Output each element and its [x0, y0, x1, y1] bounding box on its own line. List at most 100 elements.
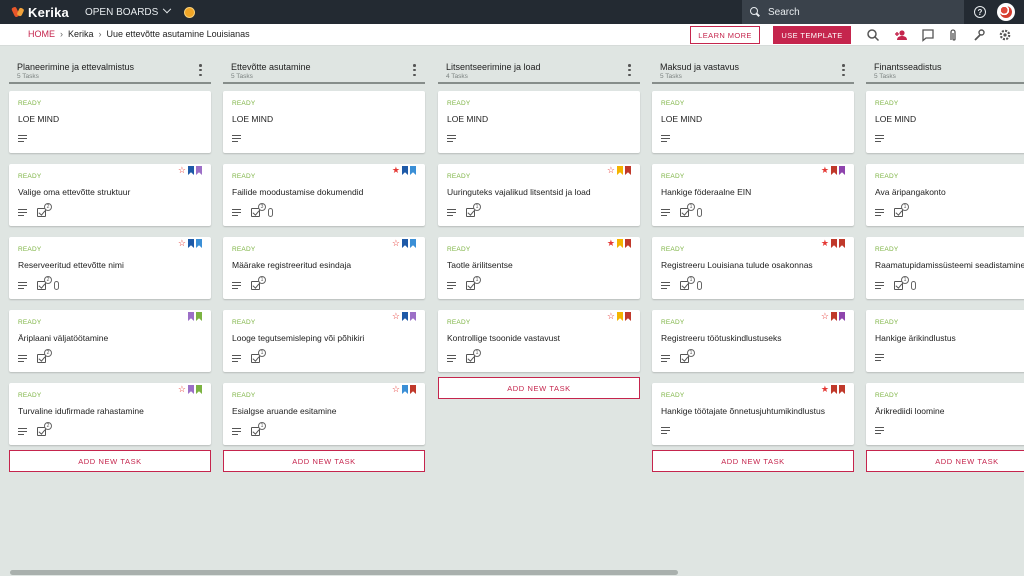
star-icon[interactable]: ☆: [178, 385, 186, 394]
card-title[interactable]: LOE MIND: [661, 114, 702, 124]
star-icon[interactable]: ★: [821, 166, 829, 175]
card-flags: ★: [607, 239, 631, 248]
add-new-task-button[interactable]: ADD NEW TASK: [9, 450, 211, 472]
attachment-icon[interactable]: [946, 28, 960, 42]
card-title[interactable]: Valige oma ettevõtte struktuur: [18, 187, 130, 197]
column-title[interactable]: Maksud ja vastavus: [660, 62, 739, 72]
wrench-icon[interactable]: [972, 28, 986, 42]
add-person-icon[interactable]: [894, 28, 908, 42]
horizontal-scrollbar[interactable]: [10, 570, 678, 575]
card-title[interactable]: Looge tegutsemisleping või põhikiri: [232, 333, 364, 343]
card-title[interactable]: Ärikrediidi loomine: [875, 406, 944, 416]
task-card[interactable]: READY LOE MIND: [9, 91, 211, 153]
search-input[interactable]: [768, 6, 948, 18]
search-icon[interactable]: [866, 28, 880, 42]
card-title[interactable]: Taotle ärilitsentse: [447, 260, 513, 270]
star-icon[interactable]: ★: [607, 239, 615, 248]
task-card[interactable]: ★ READY Hankige töötajate õnnetusjuhtumiki…: [652, 383, 854, 445]
task-card[interactable]: ☆ READY Turvaline idufirmade rahastamine 2: [9, 383, 211, 445]
card-title[interactable]: Ava äripangakonto: [875, 187, 946, 197]
chat-icon[interactable]: [921, 28, 935, 42]
more-vert-icon[interactable]: [199, 64, 202, 76]
task-card[interactable]: ☆ READY Kontrollige tsoonide vastavust 1: [438, 310, 640, 372]
star-icon[interactable]: ★: [821, 385, 829, 394]
column-title[interactable]: Planeerimine ja ettevalmistus: [17, 62, 134, 72]
card-title[interactable]: LOE MIND: [875, 114, 916, 124]
star-icon[interactable]: ☆: [607, 312, 615, 321]
task-card[interactable]: READY Äriplaani väljatöötamine 2: [9, 310, 211, 372]
more-vert-icon[interactable]: [628, 64, 631, 76]
column-title[interactable]: Litsentseerimine ja load: [446, 62, 541, 72]
description-icon: [232, 282, 241, 289]
task-card[interactable]: ☆ READY Esialgse aruande esitamine 1: [223, 383, 425, 445]
task-card[interactable]: ☆ READY Uuringuteks vajalikud litsentsid j…: [438, 164, 640, 226]
search-bar[interactable]: [742, 0, 964, 24]
card-title[interactable]: Hankige föderaalne EIN: [661, 187, 751, 197]
star-icon[interactable]: ☆: [392, 239, 400, 248]
star-icon[interactable]: ★: [821, 239, 829, 248]
card-title[interactable]: Turvaline idufirmade rahastamine: [18, 406, 144, 416]
more-vert-icon[interactable]: [842, 64, 845, 76]
star-icon[interactable]: ☆: [178, 166, 186, 175]
task-card[interactable]: ☆ READY Valige oma ettevõtte struktuur 2: [9, 164, 211, 226]
description-icon: [447, 135, 456, 142]
task-card[interactable]: ★ READY Hankige föderaalne EIN 1: [652, 164, 854, 226]
task-card[interactable]: READY Hankige ärikindlustus: [866, 310, 1024, 372]
card-title[interactable]: LOE MIND: [447, 114, 488, 124]
card-title[interactable]: Registreeru töötuskindlustuseks: [661, 333, 781, 343]
task-card[interactable]: ☆ READY Registreeru töötuskindlustuseks 1: [652, 310, 854, 372]
help-icon[interactable]: ?: [974, 6, 986, 18]
task-card[interactable]: ☆ READY Reserveeritud ettevõtte nimi 2: [9, 237, 211, 299]
task-card[interactable]: READY Ärikrediidi loomine: [866, 383, 1024, 445]
card-title[interactable]: Määrake registreeritud esindaja: [232, 260, 351, 270]
add-new-task-button[interactable]: ADD NEW TASK: [438, 377, 640, 399]
tag-bookmark-icon: [188, 166, 194, 175]
task-card[interactable]: ☆ READY Määrake registreeritud esindaja 1: [223, 237, 425, 299]
task-card[interactable]: READY LOE MIND: [438, 91, 640, 153]
card-title[interactable]: Hankige ärikindlustus: [875, 333, 956, 343]
task-card[interactable]: READY LOE MIND: [652, 91, 854, 153]
column-title[interactable]: Ettevõtte asutamine: [231, 62, 311, 72]
card-title[interactable]: Failide moodustamise dokumendid: [232, 187, 363, 197]
card-title[interactable]: Hankige töötajate õnnetusjuhtumikindlust…: [661, 406, 825, 416]
gear-icon[interactable]: [998, 28, 1012, 42]
open-boards-menu[interactable]: OPEN BOARDS: [85, 4, 172, 18]
card-title[interactable]: Äriplaani väljatöötamine: [18, 333, 108, 343]
use-template-button[interactable]: USE TEMPLATE: [773, 26, 851, 44]
star-icon[interactable]: ☆: [178, 239, 186, 248]
card-title[interactable]: Esialgse aruande esitamine: [232, 406, 336, 416]
add-new-task-button[interactable]: ADD NEW TASK: [866, 450, 1024, 472]
add-new-task-button[interactable]: ADD NEW TASK: [652, 450, 854, 472]
task-card[interactable]: READY Ava äripangakonto 1: [866, 164, 1024, 226]
learn-more-button[interactable]: LEARN MORE: [690, 26, 760, 44]
task-card[interactable]: ★ READY Failide moodustamise dokumendid 3: [223, 164, 425, 226]
task-card[interactable]: READY LOE MIND: [223, 91, 425, 153]
tag-bookmark-icon: [410, 166, 416, 175]
task-card[interactable]: READY Raamatupidamissüsteemi seadistamine…: [866, 237, 1024, 299]
board-status-icon[interactable]: [184, 6, 196, 18]
card-title[interactable]: LOE MIND: [232, 114, 273, 124]
more-vert-icon[interactable]: [413, 64, 416, 76]
card-title[interactable]: Uuringuteks vajalikud litsentsid ja load: [447, 187, 591, 197]
star-icon[interactable]: ☆: [821, 312, 829, 321]
kerika-logo[interactable]: Kerika: [12, 5, 69, 20]
card-title[interactable]: Registreeru Louisiana tulude osakonnas: [661, 260, 813, 270]
card-title[interactable]: Reserveeritud ettevõtte nimi: [18, 260, 124, 270]
user-avatar[interactable]: [997, 3, 1015, 21]
breadcrumb-account[interactable]: Kerika: [68, 29, 94, 39]
star-icon[interactable]: ☆: [607, 166, 615, 175]
task-card[interactable]: READY LOE MIND: [866, 91, 1024, 153]
card-title[interactable]: LOE MIND: [18, 114, 59, 124]
star-icon[interactable]: ★: [392, 166, 400, 175]
column-header: Ettevõtte asutamine 5 Tasks: [223, 56, 425, 84]
task-card[interactable]: ★ READY Registreeru Louisiana tulude osako…: [652, 237, 854, 299]
card-title[interactable]: Raamatupidamissüsteemi seadistamine: [875, 260, 1024, 270]
breadcrumb-home[interactable]: HOME: [28, 29, 55, 39]
star-icon[interactable]: ☆: [392, 385, 400, 394]
star-icon[interactable]: ☆: [392, 312, 400, 321]
card-title[interactable]: Kontrollige tsoonide vastavust: [447, 333, 560, 343]
column-title[interactable]: Finantsseadistus: [874, 62, 942, 72]
task-card[interactable]: ★ READY Taotle ärilitsentse 1: [438, 237, 640, 299]
task-card[interactable]: ☆ READY Looge tegutsemisleping või põhikir…: [223, 310, 425, 372]
add-new-task-button[interactable]: ADD NEW TASK: [223, 450, 425, 472]
